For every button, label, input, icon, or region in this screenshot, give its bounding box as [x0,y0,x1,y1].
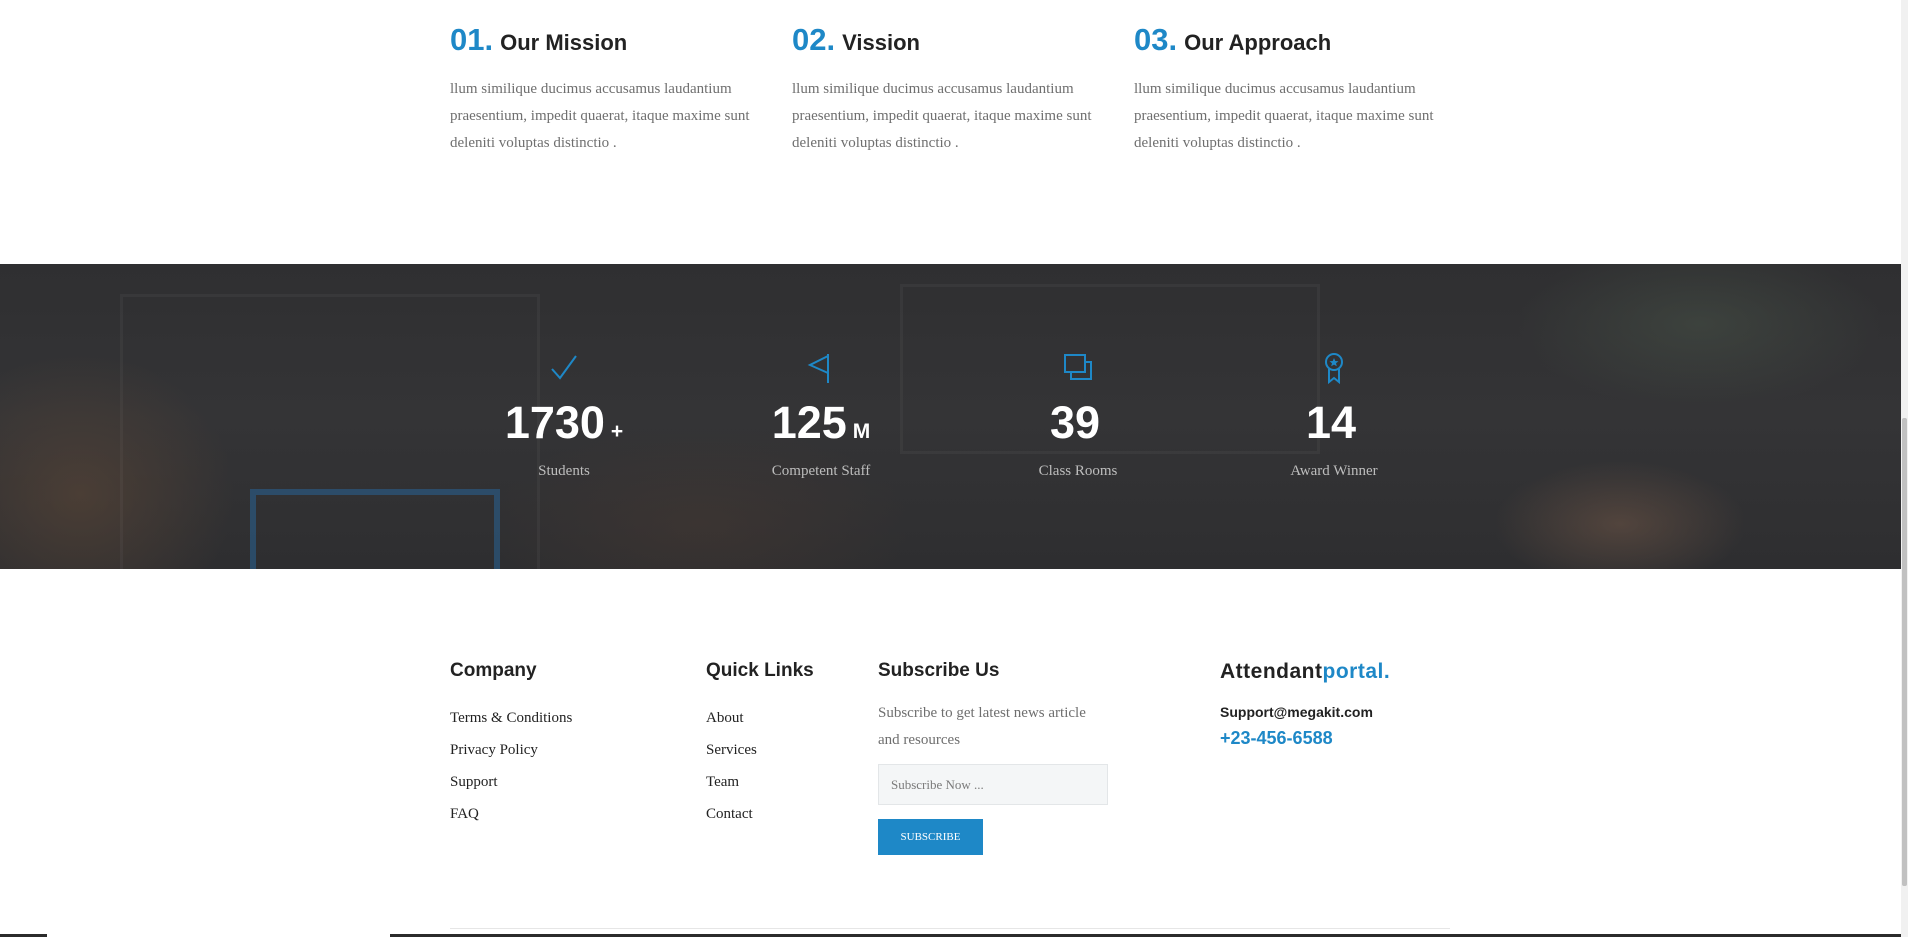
stat-label: Students [538,463,590,479]
footer-brand: Attendantportal. Support@megakit.com +23… [1220,660,1390,749]
stat-value: 125 [771,397,847,448]
feature-vision: 02. Vission llum similique ducimus accus… [792,22,1134,157]
stat-label: Competent Staff [771,463,871,479]
feature-number: 03. [1134,22,1178,57]
background-decoration [250,489,500,569]
footer-link-support[interactable]: Support [450,766,572,798]
footer-link-terms[interactable]: Terms & Conditions [450,702,572,734]
stat-label: Award Winner [1290,463,1378,479]
subscribe-description: Subscribe to get latest news article and… [878,705,1086,748]
footer-heading: Subscribe Us [878,660,1000,681]
stat-award-winner: 14 Award Winner [1214,350,1454,480]
layers-icon [958,350,1198,386]
stat-suffix: M [852,420,871,443]
award-icon [1214,350,1454,386]
footer-link-privacy[interactable]: Privacy Policy [450,734,572,766]
subscribe-email-input[interactable] [878,764,1108,805]
footer-heading: Quick Links [706,660,814,681]
stat-label: Class Rooms [1038,463,1118,479]
vertical-scrollbar[interactable] [1901,0,1908,937]
footer-quick-links: Quick Links About Services Team Contact [706,660,814,830]
footer-company: Company Terms & Conditions Privacy Polic… [450,660,572,830]
stat-class-rooms: 39 Class Rooms [958,350,1198,480]
feature-title: Our Approach [1184,30,1332,55]
feature-title: Our Mission [500,30,628,55]
feature-number: 01. [450,22,494,57]
feature-mission: 01. Our Mission llum similique ducimus a… [450,22,792,157]
brand-logo[interactable]: Attendantportal. [1220,660,1390,684]
stat-students: 1730 + Students [444,350,684,480]
feature-description: llum similique ducimus accusamus laudant… [450,81,750,151]
support-phone[interactable]: +23-456-6588 [1220,728,1390,749]
scrollbar-thumb[interactable] [1902,418,1907,886]
stat-value: 14 [1305,397,1357,448]
footer-divider [450,928,1450,929]
footer-link-about[interactable]: About [706,702,814,734]
feature-description: llum similique ducimus accusamus laudant… [792,81,1092,151]
features-section: 01. Our Mission llum similique ducimus a… [450,22,1480,157]
stats-section: 1730 + Students 125 M Competent Staff 39 C… [0,264,1901,569]
footer-heading: Company [450,660,537,681]
flag-icon [701,350,941,386]
footer-subscribe: Subscribe Us Subscribe to get latest new… [878,660,1108,855]
feature-title: Vission [842,30,920,55]
support-email[interactable]: Support@megakit.com [1220,704,1390,720]
stat-value: 39 [1049,397,1101,448]
footer-link-contact[interactable]: Contact [706,798,814,830]
stat-value: 1730 [504,397,605,448]
feature-description: llum similique ducimus accusamus laudant… [1134,81,1434,151]
feature-number: 02. [792,22,836,57]
footer-link-services[interactable]: Services [706,734,814,766]
checkmark-icon [444,350,684,386]
feature-approach: 03. Our Approach llum similique ducimus … [1134,22,1476,157]
stat-competent-staff: 125 M Competent Staff [701,350,941,480]
brand-name: Attendant [1220,660,1323,683]
brand-name-accent: portal. [1322,660,1391,683]
subscribe-button[interactable]: Subscribe [878,819,983,855]
stat-suffix: + [610,420,624,443]
footer-link-faq[interactable]: FAQ [450,798,572,830]
footer-link-team[interactable]: Team [706,766,814,798]
